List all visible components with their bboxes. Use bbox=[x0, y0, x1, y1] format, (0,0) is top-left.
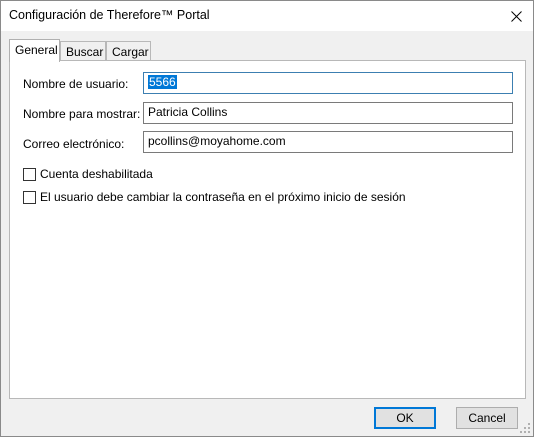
general-tab-panel: Nombre de usuario: 5566 Nombre para most… bbox=[9, 60, 526, 399]
title-bar[interactable]: Configuración de Therefore™ Portal bbox=[1, 1, 533, 31]
must-change-password-checkbox-row[interactable]: El usuario debe cambiar la contraseña en… bbox=[23, 190, 406, 204]
must-change-password-label: El usuario debe cambiar la contraseña en… bbox=[40, 190, 406, 204]
ok-button[interactable]: OK bbox=[374, 407, 436, 429]
tab-cargar[interactable]: Cargar bbox=[106, 41, 151, 61]
resize-grip-icon[interactable] bbox=[519, 422, 531, 434]
email-input[interactable]: pcollins@moyahome.com bbox=[143, 131, 513, 153]
account-disabled-checkbox-row[interactable]: Cuenta deshabilitada bbox=[23, 167, 153, 181]
close-button[interactable] bbox=[499, 1, 533, 31]
must-change-password-checkbox[interactable] bbox=[23, 190, 36, 204]
email-value: pcollins@moyahome.com bbox=[148, 134, 286, 148]
close-icon bbox=[510, 10, 522, 22]
username-input[interactable]: 5566 bbox=[143, 72, 513, 94]
username-label: Nombre de usuario: bbox=[23, 77, 129, 91]
username-value: 5566 bbox=[148, 75, 177, 89]
account-disabled-checkbox[interactable] bbox=[23, 167, 36, 181]
cancel-button[interactable]: Cancel bbox=[456, 407, 518, 429]
dialog-window: Configuración de Therefore™ Portal Gener… bbox=[0, 0, 534, 437]
tab-buscar[interactable]: Buscar bbox=[60, 41, 106, 61]
window-title: Configuración de Therefore™ Portal bbox=[9, 8, 210, 22]
display-name-label: Nombre para mostrar: bbox=[23, 107, 141, 121]
account-disabled-label: Cuenta deshabilitada bbox=[40, 167, 153, 181]
tab-general[interactable]: General bbox=[9, 39, 60, 62]
display-name-value: Patricia Collins bbox=[148, 105, 228, 119]
display-name-input[interactable]: Patricia Collins bbox=[143, 102, 513, 124]
email-label: Correo electrónico: bbox=[23, 137, 125, 151]
